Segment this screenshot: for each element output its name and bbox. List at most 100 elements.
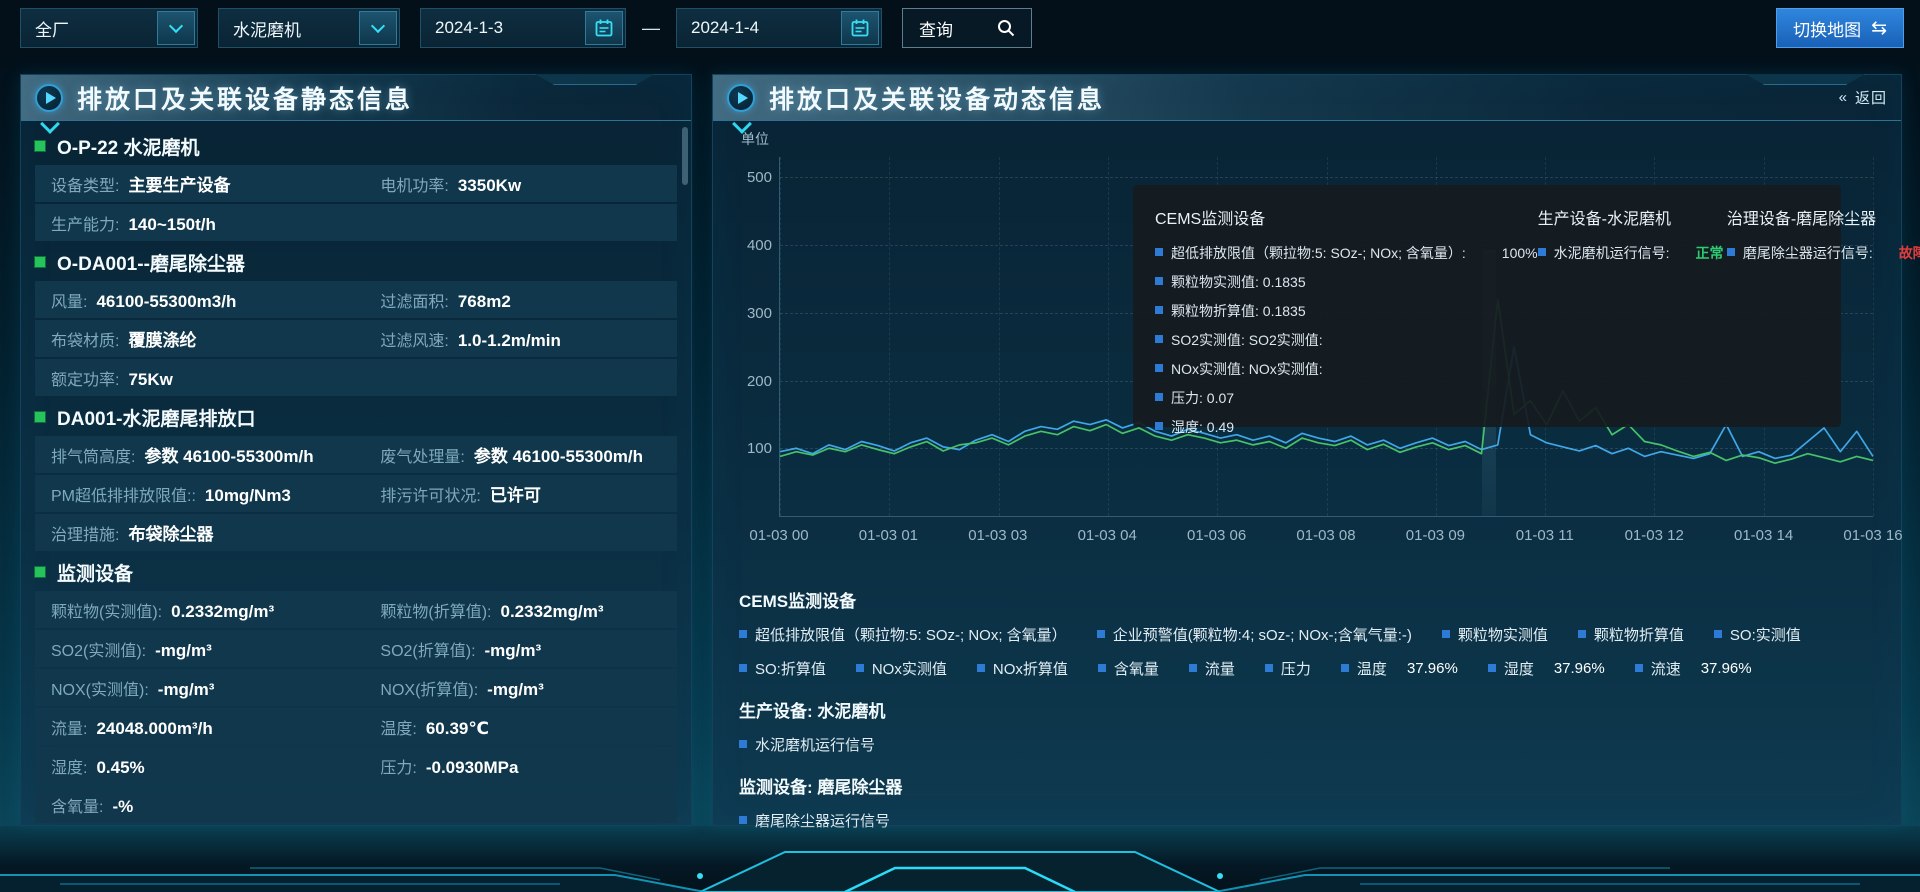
- line-chart[interactable]: 单位 100200300400500 01-03 0001-03 0101-03…: [737, 131, 1879, 577]
- legend-item[interactable]: 含氧量: [1098, 658, 1159, 679]
- info-cell: 压力:-0.0930MPa: [380, 754, 661, 778]
- legend-item[interactable]: NOx折算值: [977, 658, 1068, 679]
- field-value: -mg/m³: [158, 680, 215, 700]
- date-range-separator: —: [642, 18, 660, 39]
- chart-legend: CEMS监测设备超低排放限值（颗拉物:5: SOz-; NOx; 含氧量）企业预…: [739, 583, 1885, 849]
- section-title: DA001-水泥磨尾排放口: [35, 398, 677, 436]
- date-to-input[interactable]: 2024-1-4: [676, 8, 882, 48]
- legend-item[interactable]: NOx实测值: [856, 658, 947, 679]
- field-value: 主要生产设备: [128, 171, 230, 196]
- blue-square-icon: [1155, 277, 1163, 285]
- info-cell: PM超低排排放限值::10mg/Nm3: [51, 482, 380, 506]
- info-row: 颗粒物(实测值):0.2332mg/m³颗粒物(折算值):0.2332mg/m³: [35, 591, 677, 628]
- info-cell: NOX(实测值): -mg/m³: [51, 676, 380, 700]
- tooltip-item-label: SO2实测值: SO2实测值:: [1171, 330, 1323, 350]
- legend-items: 超低排放限值（颗拉物:5: SOz-; NOx; 含氧量） 企业预警值(颗粒物:4…: [739, 624, 1885, 679]
- y-tick-label: 200: [734, 373, 772, 390]
- legend-item-value: 37.96%: [1554, 660, 1605, 677]
- x-tick-label: 01-03 12: [1612, 527, 1696, 544]
- section-title: 监测设备: [35, 553, 677, 591]
- field-value: 0.2332mg/m³: [501, 602, 604, 622]
- back-link[interactable]: « 返回: [1839, 87, 1887, 108]
- field-value: 0.45%: [96, 758, 144, 778]
- field-value: 60.39℃: [426, 719, 489, 739]
- status-badge: 故障: [1899, 243, 1920, 263]
- legend-item[interactable]: 颗粒物实测值: [1442, 624, 1548, 645]
- legend-item-label: 流量: [1205, 658, 1235, 679]
- field-label: 布袋材质:: [51, 327, 119, 351]
- chart-unit-label: 单位: [741, 129, 769, 149]
- legend-item[interactable]: 企业预警值(颗粒物:4; sOz-; NOx-;含氧气量:-): [1097, 624, 1412, 645]
- info-row: 额定功率:75Kw: [35, 359, 677, 396]
- blue-square-icon: [739, 664, 747, 672]
- info-row: NOX(实测值): -mg/m³NOX(折算值): -mg/m³: [35, 669, 677, 706]
- info-row: 排气筒高度:参数 46100-55300m/h废气处理量:参数 46100-55…: [35, 436, 677, 473]
- blue-square-icon: [1341, 664, 1349, 672]
- legend-item[interactable]: 湿度37.96%: [1488, 658, 1605, 679]
- x-tick-label: 01-03 03: [956, 527, 1040, 544]
- field-label: 废气处理量:: [380, 443, 464, 467]
- field-label: NOX(折算值):: [380, 676, 478, 700]
- legend-item[interactable]: 水泥磨机运行信号: [739, 734, 875, 755]
- static-info-panel: 排放口及关联设备静态信息 O-P-22 水泥磨机设备类型:主要生产设备电机功率:…: [20, 74, 692, 826]
- x-gridline: [999, 157, 1000, 516]
- static-panel-header: 排放口及关联设备静态信息: [21, 75, 691, 121]
- legend-item[interactable]: 流量: [1189, 658, 1235, 679]
- legend-item[interactable]: 流速37.96%: [1635, 658, 1752, 679]
- x-tick-label: 01-03 00: [737, 527, 821, 544]
- tooltip-item: SO2实测值: SO2实测值:: [1155, 330, 1538, 350]
- legend-item[interactable]: 温度37.96%: [1341, 658, 1458, 679]
- info-cell: SO2(折算值):-mg/m³: [380, 637, 661, 661]
- field-label: 风量:: [51, 288, 87, 312]
- legend-item[interactable]: SO:实测值: [1714, 624, 1801, 645]
- legend-item[interactable]: 颗粒物折算值: [1578, 624, 1684, 645]
- legend-item-value: 37.96%: [1701, 660, 1752, 677]
- legend-item-label: NOx折算值: [993, 658, 1068, 679]
- date-from-calendar-tile[interactable]: [585, 11, 623, 45]
- date-from-input[interactable]: 2024-1-3: [420, 8, 626, 48]
- info-cell: 风量:46100-55300m3/h: [51, 288, 380, 312]
- x-tick-label: 01-03 11: [1503, 527, 1587, 544]
- legend-item-label: 压力: [1281, 658, 1311, 679]
- device-select[interactable]: 水泥磨机: [218, 8, 400, 48]
- status-badge: 正常: [1696, 243, 1724, 263]
- play-icon: [727, 84, 755, 112]
- field-value: -mg/m³: [485, 641, 542, 661]
- legend-item-value: 37.96%: [1407, 660, 1458, 677]
- info-row: 风量:46100-55300m3/h过滤面积:768m2: [35, 281, 677, 318]
- field-label: NOX(实测值):: [51, 676, 149, 700]
- query-button[interactable]: 查询: [902, 8, 1032, 48]
- switch-map-button[interactable]: 切换地图 ⇆: [1776, 8, 1904, 48]
- info-row: 设备类型:主要生产设备电机功率:3350Kw: [35, 165, 677, 202]
- device-select-dropdown-tile[interactable]: [359, 11, 397, 45]
- dynamic-panel-title: 排放口及关联设备动态信息: [769, 80, 1105, 116]
- date-to-calendar-tile[interactable]: [841, 11, 879, 45]
- info-cell: 电机功率:3350Kw: [380, 172, 661, 196]
- scrollbar-thumb[interactable]: [682, 127, 688, 185]
- tooltip-item-label: 水泥磨机运行信号:: [1554, 243, 1670, 263]
- legend-item[interactable]: 压力: [1265, 658, 1311, 679]
- x-tick-label: 01-03 06: [1175, 527, 1259, 544]
- field-value: 10mg/Nm3: [205, 486, 291, 506]
- x-tick-label: 01-03 09: [1393, 527, 1477, 544]
- legend-item-label: 含氧量: [1114, 658, 1159, 679]
- plant-select[interactable]: 全厂: [20, 8, 198, 48]
- field-value: 0.2332mg/m³: [171, 602, 274, 622]
- tooltip-item-label: 磨尾除尘器运行信号:: [1743, 243, 1873, 263]
- play-icon: [35, 84, 63, 112]
- field-value: 768m2: [458, 292, 511, 312]
- legend-group-title: 生产设备: 水泥磨机: [739, 697, 1885, 722]
- blue-square-icon: [739, 740, 747, 748]
- legend-item-label: SO:折算值: [755, 658, 826, 679]
- x-tick-label: 01-03 16: [1831, 527, 1915, 544]
- blue-square-icon: [1155, 335, 1163, 343]
- calendar-icon: [850, 18, 870, 38]
- blue-square-icon: [1189, 664, 1197, 672]
- field-label: 湿度:: [51, 754, 87, 778]
- plant-select-dropdown-tile[interactable]: [157, 11, 195, 45]
- legend-item[interactable]: SO:折算值: [739, 658, 826, 679]
- info-cell: 流量:24048.000m³/h: [51, 715, 380, 739]
- tooltip-item: 压力: 0.07: [1155, 388, 1538, 408]
- legend-item[interactable]: 超低排放限值（颗拉物:5: SOz-; NOx; 含氧量）: [739, 624, 1067, 645]
- date-to-value: 2024-1-4: [677, 18, 841, 38]
